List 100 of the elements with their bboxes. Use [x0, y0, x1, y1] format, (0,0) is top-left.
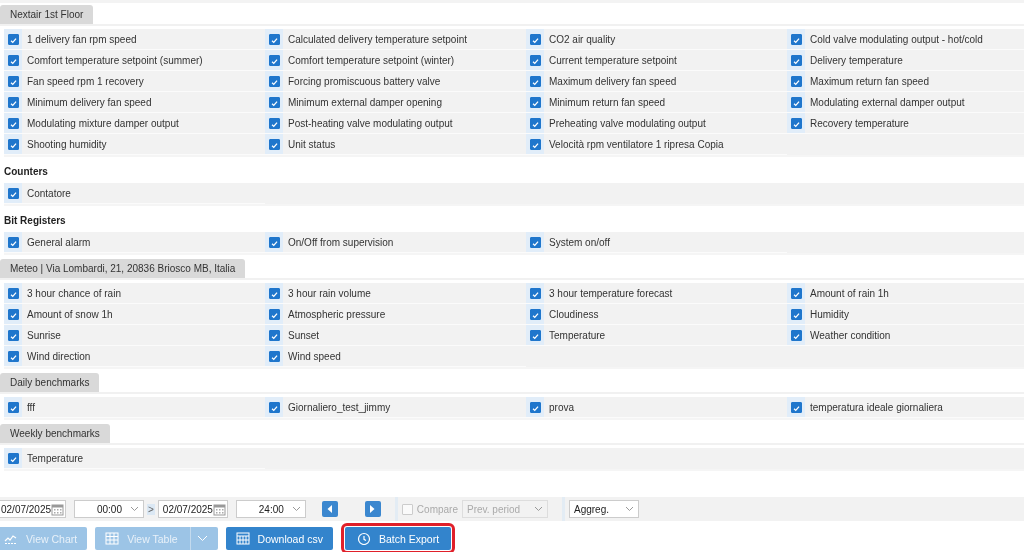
checkbox[interactable]: [268, 96, 280, 108]
checkbox[interactable]: [7, 329, 19, 341]
action-button[interactable]: Download csv: [225, 527, 333, 550]
checkbox[interactable]: [529, 33, 541, 45]
checkbox[interactable]: [529, 117, 541, 129]
spreadsheet-icon: [235, 532, 250, 545]
checkbox-label: On/Off from supervision: [288, 236, 394, 248]
checkbox[interactable]: [7, 187, 19, 199]
checkbox-label: Giornaliero_test_jimmy: [288, 401, 391, 413]
checkbox[interactable]: [790, 308, 802, 320]
checkbox[interactable]: [529, 236, 541, 248]
checkbox[interactable]: [7, 236, 19, 248]
checkbox[interactable]: [790, 329, 802, 341]
caret-icon: [196, 535, 208, 542]
checkbox[interactable]: [790, 96, 802, 108]
checkbox-label: 3 hour temperature forecast: [549, 287, 673, 299]
checkbox[interactable]: [7, 401, 19, 413]
checkbox[interactable]: [529, 308, 541, 320]
caret-icon: [625, 506, 634, 512]
checkbox[interactable]: [7, 308, 19, 320]
checkbox[interactable]: [268, 308, 280, 320]
checkbox-label: CO2 air quality: [549, 33, 616, 45]
checkbox-label: Fan speed rpm 1 recovery: [27, 75, 144, 87]
checkbox[interactable]: [790, 287, 802, 299]
date-field[interactable]: 02/07/2025: [157, 500, 228, 518]
previous-button[interactable]: [321, 501, 338, 517]
checkbox[interactable]: [529, 96, 541, 108]
checkbox-label: temperatura ideale giornaliera: [810, 401, 943, 413]
checkbox-label: Comfort temperature setpoint (winter): [288, 54, 455, 66]
checkbox-label: Maximum delivery fan speed: [549, 75, 677, 87]
checkbox-label: Shooting humidity: [27, 138, 107, 150]
checkbox-label: Maximum return fan speed: [810, 75, 929, 87]
checkbox[interactable]: [529, 401, 541, 413]
checkbox[interactable]: [7, 75, 19, 87]
checkbox[interactable]: [268, 33, 280, 45]
checkbox[interactable]: [529, 329, 541, 341]
checkbox[interactable]: [268, 287, 280, 299]
checkbox-label: Wind direction: [27, 350, 91, 362]
checkbox-label: Forcing promiscuous battery valve: [288, 75, 441, 87]
checkbox[interactable]: [268, 54, 280, 66]
checkbox[interactable]: [268, 350, 280, 362]
checkbox[interactable]: [790, 117, 802, 129]
compare-label: Compare: [416, 503, 458, 515]
checkbox[interactable]: [268, 75, 280, 87]
checkbox-label: Atmospheric pressure: [288, 308, 386, 320]
checkbox[interactable]: [268, 117, 280, 129]
checkbox-label: Preheating valve modulating output: [549, 117, 706, 129]
checkbox[interactable]: [268, 329, 280, 341]
checkbox[interactable]: [790, 33, 802, 45]
group-tab[interactable]: Meteo | Via Lombardi, 21, 20836 Briosco MB, Italia: [0, 259, 246, 278]
time-select[interactable]: 00:00: [74, 500, 144, 518]
checkbox[interactable]: [790, 401, 802, 413]
checkbox[interactable]: [7, 138, 19, 150]
checkbox[interactable]: [7, 452, 19, 464]
next-button[interactable]: [364, 501, 381, 517]
checkbox[interactable]: [790, 54, 802, 66]
checkbox-label: Amount of rain 1h: [810, 287, 889, 299]
checkbox[interactable]: [7, 33, 19, 45]
table-icon: [105, 532, 120, 545]
checkbox[interactable]: [7, 54, 19, 66]
checkbox-label: Current temperature setpoint: [549, 54, 677, 66]
clock-icon: [356, 532, 371, 545]
checkbox[interactable]: [7, 350, 19, 362]
checkbox[interactable]: [529, 138, 541, 150]
checkbox[interactable]: [268, 138, 280, 150]
group-tab[interactable]: Weekly benchmarks: [0, 424, 110, 443]
checkbox-label: Modulating external damper output: [810, 96, 965, 108]
caret-icon: [291, 506, 301, 512]
checkbox-label: Post-heating valve modulating output: [288, 117, 453, 129]
time-select[interactable]: 24:00: [235, 500, 306, 518]
right-arrow-icon: [369, 504, 377, 514]
checkbox-label: Minimum delivery fan speed: [27, 96, 152, 108]
checkbox-label: fff: [27, 401, 35, 413]
checkbox-label: Temperature: [27, 452, 84, 464]
calendar-icon: [212, 502, 226, 516]
checkbox-label: Sunset: [288, 329, 320, 341]
checkbox[interactable]: [529, 75, 541, 87]
checkbox[interactable]: [268, 236, 280, 248]
range-separator: >: [147, 503, 155, 515]
aggregation-select[interactable]: Aggreg.: [569, 500, 639, 518]
checkbox[interactable]: [7, 287, 19, 299]
checkbox-label: 3 hour chance of rain: [27, 287, 121, 299]
checkbox[interactable]: [7, 96, 19, 108]
checkbox-label: Minimum external damper opening: [288, 96, 442, 108]
caret-icon: [534, 506, 543, 512]
checkbox-label: Recovery temperature: [810, 117, 909, 129]
checkbox-label: Comfort temperature setpoint (summer): [27, 54, 203, 66]
checkbox[interactable]: [529, 54, 541, 66]
checkbox[interactable]: [790, 75, 802, 87]
checkbox[interactable]: [7, 117, 19, 129]
checkbox[interactable]: [268, 401, 280, 413]
group-heading: Counters: [3, 165, 49, 179]
checkbox-label: Minimum return fan speed: [549, 96, 666, 108]
date-field[interactable]: 02/07/2025: [0, 500, 66, 518]
group-tab[interactable]: Daily benchmarks: [0, 373, 100, 392]
checkbox-label: Wind speed: [288, 350, 341, 362]
group-tab[interactable]: Nextair 1st Floor: [0, 5, 94, 24]
checkbox-label: prova: [549, 401, 574, 413]
checkbox[interactable]: [529, 287, 541, 299]
checkbox-label: Weather condition: [810, 329, 891, 341]
